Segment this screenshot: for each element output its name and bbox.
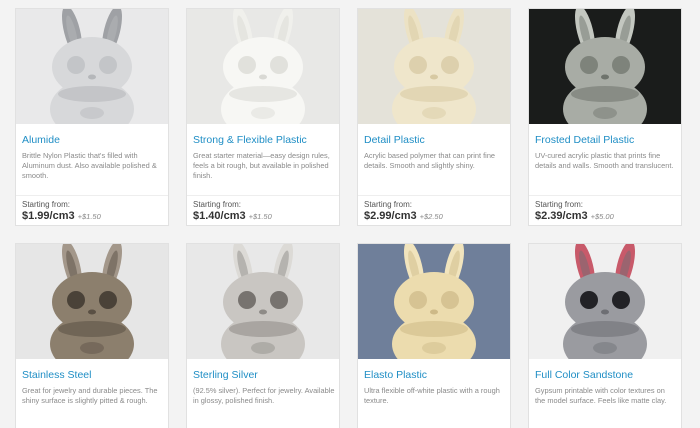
material-name[interactable]: Strong & Flexible Plastic (193, 134, 307, 146)
material-description: Brittle Nylon Plastic that's filled with… (22, 151, 157, 180)
price: $1.99/cm3 +$1.50 (22, 210, 101, 222)
material-description: Acrylic based polymer that can print fin… (364, 151, 496, 170)
starting-from-label: Starting from: (364, 200, 413, 209)
material-name[interactable]: Frosted Detail Plastic (535, 134, 634, 146)
price: $2.39/cm3 +$5.00 (535, 210, 614, 222)
material-description: Gypsum printable with color textures on … (535, 386, 667, 405)
material-card[interactable]: Full Color Sandstone Gypsum printable wi… (528, 243, 682, 428)
price: $2.99/cm3 +$2.50 (364, 210, 443, 222)
price-extra: +$1.50 (248, 212, 272, 221)
material-name[interactable]: Sterling Silver (193, 369, 258, 381)
starting-from-label: Starting from: (193, 200, 242, 209)
material-photo[interactable] (16, 244, 168, 359)
material-card[interactable]: Alumide Brittle Nylon Plastic that's fil… (15, 8, 169, 226)
material-photo[interactable] (358, 244, 510, 359)
material-name[interactable]: Detail Plastic (364, 134, 425, 146)
material-photo[interactable] (529, 244, 681, 359)
price-per-cm3: $1.99/cm3 (22, 210, 75, 222)
material-card[interactable]: Frosted Detail Plastic UV-cured acrylic … (528, 8, 682, 226)
material-description: UV-cured acrylic plastic that prints fin… (535, 151, 674, 170)
material-photo[interactable] (187, 9, 339, 124)
price-per-cm3: $2.99/cm3 (364, 210, 417, 222)
material-card[interactable]: Strong & Flexible Plastic Great starter … (186, 8, 340, 226)
material-card[interactable]: Elasto Plastic Ultra flexible off-white … (357, 243, 511, 428)
price-box: Starting from: $1.99/cm3 +$1.50 (16, 195, 168, 225)
price-per-cm3: $2.39/cm3 (535, 210, 588, 222)
price-extra: +$2.50 (419, 212, 443, 221)
material-card[interactable]: Sterling Silver (92.5% silver). Perfect … (186, 243, 340, 428)
price-box: Starting from: $2.99/cm3 +$2.50 (358, 195, 510, 225)
price-box: Starting from: $1.40/cm3 +$1.50 (187, 195, 339, 225)
material-photo[interactable] (529, 9, 681, 124)
price: $1.40/cm3 +$1.50 (193, 210, 272, 222)
material-card[interactable]: Stainless Steel Great for jewelry and du… (15, 243, 169, 428)
material-photo[interactable] (358, 9, 510, 124)
price-extra: +$5.00 (590, 212, 614, 221)
material-description: (92.5% silver). Perfect for jewelry. Ava… (193, 386, 335, 405)
price-per-cm3: $1.40/cm3 (193, 210, 246, 222)
starting-from-label: Starting from: (22, 200, 71, 209)
price-extra: +$1.50 (77, 212, 101, 221)
material-card[interactable]: Detail Plastic Acrylic based polymer tha… (357, 8, 511, 226)
starting-from-label: Starting from: (535, 200, 584, 209)
price-box: Starting from: $2.39/cm3 +$5.00 (529, 195, 681, 225)
material-description: Ultra flexible off-white plastic with a … (364, 386, 500, 405)
material-name[interactable]: Stainless Steel (22, 369, 91, 381)
material-name[interactable]: Elasto Plastic (364, 369, 427, 381)
material-description: Great starter material—easy design rules… (193, 151, 330, 180)
material-photo[interactable] (187, 244, 339, 359)
material-description: Great for jewelry and durable pieces. Th… (22, 386, 158, 405)
material-name[interactable]: Full Color Sandstone (535, 369, 633, 381)
material-name[interactable]: Alumide (22, 134, 60, 146)
material-photo[interactable] (16, 9, 168, 124)
